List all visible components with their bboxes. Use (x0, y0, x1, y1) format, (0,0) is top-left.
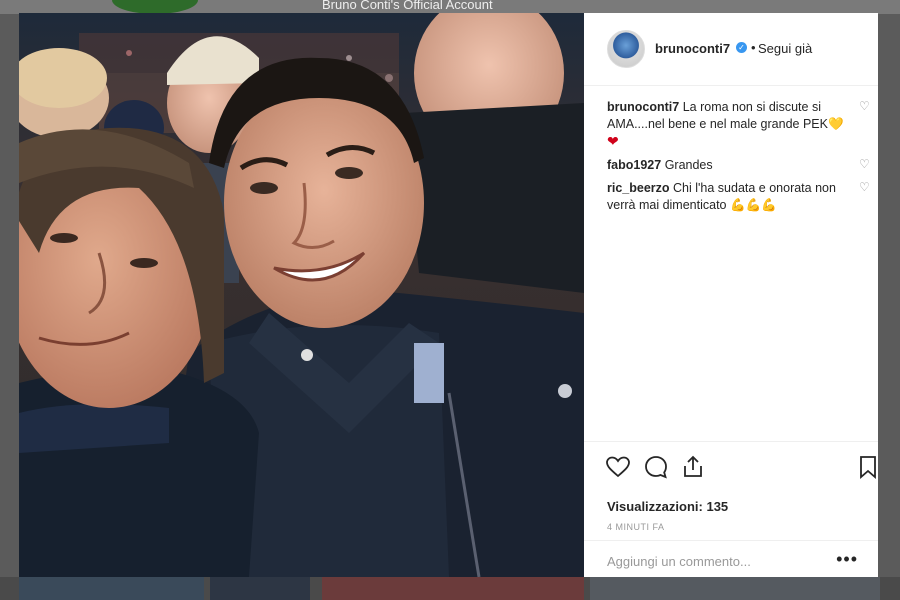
background-thumbnail[interactable] (210, 577, 310, 600)
background-thumbnail[interactable] (19, 577, 204, 600)
comment: ric_beerzo Chi l'ha sudata e onorata non… (607, 180, 870, 214)
like-heart-icon[interactable] (605, 454, 631, 480)
add-comment-bar: Aggiungi un commento... ••• (584, 540, 878, 579)
background-thumbnail-strip (0, 577, 900, 600)
background-avatar (112, 0, 198, 14)
comment-emoji: 💛 (827, 117, 844, 131)
like-comment-heart-icon[interactable]: ♡ (859, 181, 870, 193)
views-count: Visualizzazioni: 135 (607, 499, 728, 514)
selfie-photo (19, 13, 584, 577)
post-header: brunoconti7 ✓ • Segui già (584, 13, 878, 86)
add-comment-input[interactable]: Aggiungi un commento... (607, 554, 751, 569)
comment-bubble-icon[interactable] (643, 454, 669, 480)
comments-list: brunoconti7 La roma non si discute si AM… (607, 99, 870, 220)
post-sidebar: brunoconti7 ✓ • Segui già brunoconti7 La… (584, 13, 878, 577)
background-thumbnail[interactable] (322, 577, 584, 600)
share-icon[interactable] (680, 454, 706, 480)
views-label: Visualizzazioni: (607, 499, 703, 514)
save-bookmark-icon[interactable] (855, 454, 881, 480)
comment-username[interactable]: fabo1927 (607, 158, 661, 172)
more-options-icon[interactable]: ••• (836, 549, 858, 570)
comment-username[interactable]: brunoconti7 (607, 100, 679, 114)
modal-backdrop-right[interactable] (878, 14, 900, 577)
views-value: 135 (706, 499, 729, 514)
post-timestamp[interactable]: 4 MINUTI FA (607, 522, 665, 532)
verified-badge-icon: ✓ (736, 42, 747, 53)
like-comment-heart-icon[interactable]: ♡ (859, 100, 870, 112)
post-actions: Visualizzazioni: 135 4 MINUTI FA Aggiung… (584, 441, 878, 578)
background-header-title: Bruno Conti's Official Account (322, 0, 493, 12)
following-button[interactable]: Segui già (758, 41, 812, 56)
separator-dot: • (751, 40, 756, 55)
comment-text: Grandes (664, 158, 713, 172)
post-author-username[interactable]: brunoconti7 (655, 41, 730, 56)
comment: fabo1927 Grandes ♡ (607, 157, 870, 174)
like-comment-heart-icon[interactable]: ♡ (859, 158, 870, 170)
comment-username[interactable]: ric_beerzo (607, 181, 670, 195)
comment-emoji: 💪💪💪 (729, 198, 777, 212)
modal-backdrop-left[interactable] (0, 14, 19, 577)
comment: brunoconti7 La roma non si discute si AM… (607, 99, 870, 151)
avatar[interactable] (607, 30, 645, 68)
comment-emoji: ❤ (607, 133, 619, 149)
post-media-image[interactable] (19, 13, 584, 577)
background-header: Bruno Conti's Official Account (0, 0, 900, 14)
background-thumbnail[interactable] (590, 577, 880, 600)
